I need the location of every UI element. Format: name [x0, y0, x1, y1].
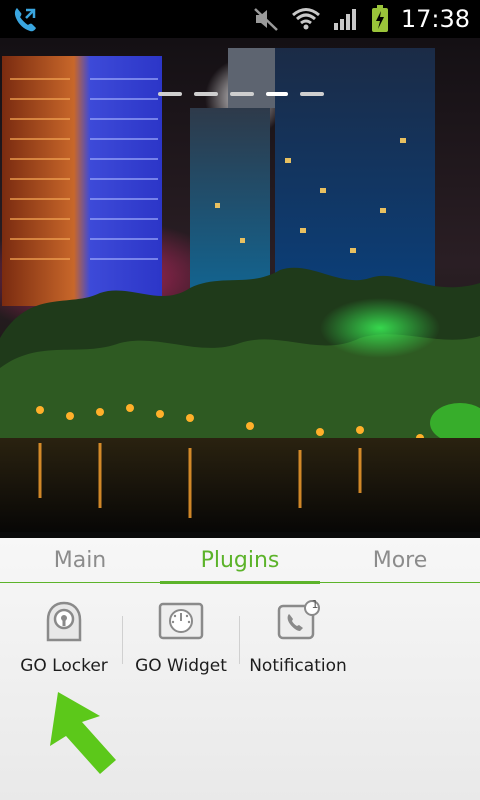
- page-dot: [230, 92, 254, 96]
- home-wallpaper[interactable]: [0, 38, 480, 538]
- tab-underline: [0, 582, 480, 583]
- plugin-list: GO Locker GO Widget 1 Notification: [0, 598, 480, 680]
- wifi-icon: [291, 8, 320, 30]
- plugin-label: GO Locker: [20, 656, 108, 676]
- status-bar: 17:38: [0, 0, 480, 38]
- pointer-arrow-icon: [50, 692, 116, 774]
- page-dot: [194, 92, 218, 96]
- phone-call-icon: [14, 8, 36, 32]
- battery-charging-icon: [371, 5, 388, 32]
- widget-gauge-icon: [158, 602, 204, 640]
- clock: 17:38: [400, 5, 470, 33]
- home-page-indicator: [158, 92, 324, 96]
- tab-plugins[interactable]: Plugins: [160, 538, 320, 584]
- plugin-go-widget[interactable]: GO Widget: [123, 600, 239, 676]
- plugin-go-locker[interactable]: GO Locker: [6, 600, 122, 676]
- tab-bar: Main Plugins More: [0, 538, 480, 584]
- signal-icon: [333, 9, 356, 30]
- plugin-label: GO Widget: [135, 656, 227, 676]
- city-night-wallpaper-image: [0, 38, 480, 538]
- plugin-label: Notification: [249, 656, 347, 676]
- page-dot: [300, 92, 324, 96]
- tab-more[interactable]: More: [320, 538, 480, 582]
- lock-icon: [46, 601, 82, 642]
- plugin-notification[interactable]: 1 Notification: [240, 598, 356, 676]
- page-dot-active: [266, 92, 288, 96]
- page-dot: [158, 92, 182, 96]
- tab-main[interactable]: Main: [0, 538, 160, 582]
- notification-badge: 1: [311, 598, 319, 611]
- muted-speaker-icon: [253, 8, 278, 31]
